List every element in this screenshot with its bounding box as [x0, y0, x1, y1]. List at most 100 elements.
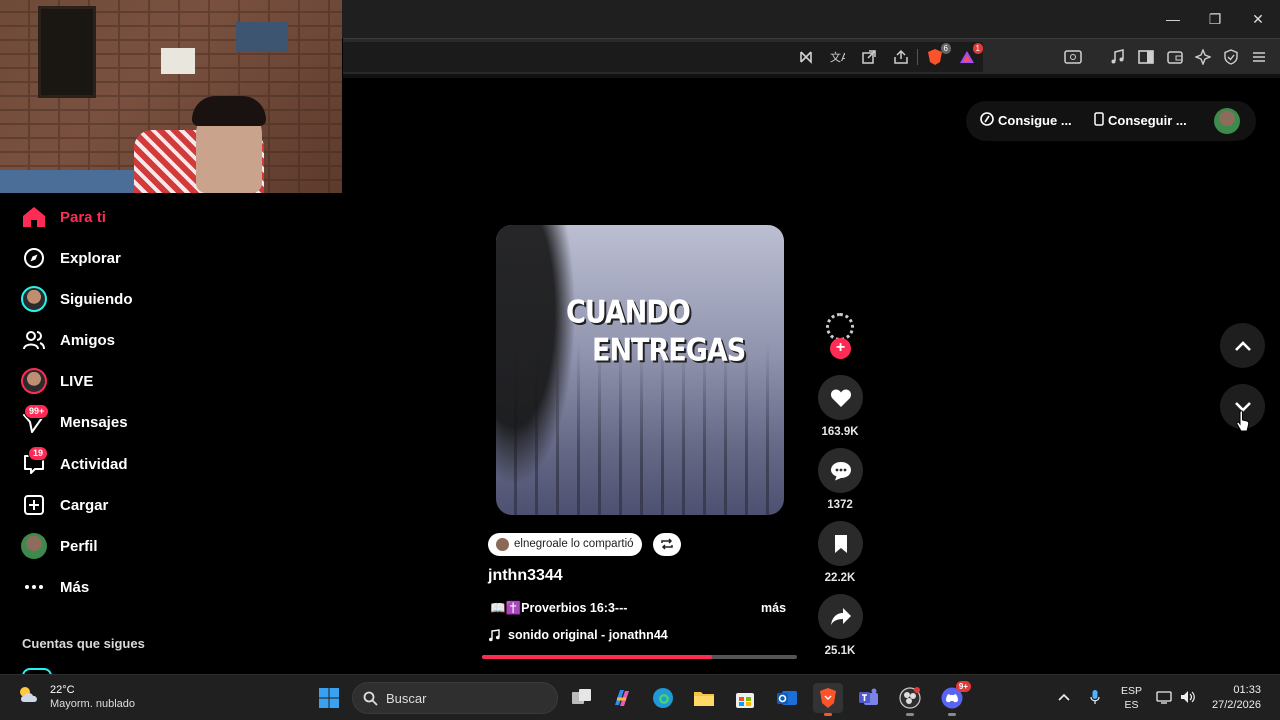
address-bar[interactable] [343, 42, 983, 72]
shared-by-label: elnegroale lo compartió [514, 538, 634, 550]
video-player[interactable]: CUANDO ENTREGAS [496, 225, 784, 515]
teams-icon [859, 688, 878, 705]
open-external-icon[interactable] [859, 47, 879, 67]
outlook-app[interactable] [772, 683, 802, 713]
system-tray: ESP ES 01:33 27/2/2026 [1055, 675, 1261, 720]
video-progress-bar[interactable] [482, 655, 797, 659]
bookmark-icon [834, 534, 847, 553]
translate-icon[interactable]: 文A [827, 47, 847, 67]
follow-creator-button[interactable]: + [830, 338, 851, 359]
taskbar-search-placeholder: Buscar [386, 690, 427, 706]
menu-icon[interactable] [1249, 47, 1269, 67]
rewards-count-badge: 1 [972, 43, 983, 54]
weather-temperature: 22°C [50, 684, 75, 696]
weather-widget[interactable]: 22°C Mayorm. nublado [16, 683, 135, 711]
input-language-indicator[interactable]: ESP ES [1121, 684, 1142, 712]
brave-rewards-icon[interactable]: 1 [957, 43, 983, 67]
discord-app[interactable]: 9+ [937, 681, 971, 716]
start-button[interactable] [314, 683, 344, 713]
webcam-overlay [0, 0, 342, 193]
previous-video-button[interactable] [1220, 323, 1265, 368]
network-icon[interactable] [1156, 690, 1172, 707]
taskbar-search[interactable]: Buscar [352, 682, 558, 714]
svg-text:文A: 文A [830, 50, 845, 64]
sidebar-item-amigos[interactable]: Amigos [20, 324, 115, 356]
obs-app[interactable] [895, 683, 925, 716]
copilot-app[interactable] [607, 683, 637, 713]
brave-browser-app[interactable] [813, 683, 843, 716]
show-more-link[interactable]: más [761, 601, 786, 615]
top-actions-bar: Consigue ... Conseguir ... [966, 101, 1256, 141]
browser-toolbar: 文A 6 1 [343, 38, 1280, 74]
sidebar-toggle-icon[interactable] [1136, 47, 1156, 67]
compass-icon [20, 244, 48, 272]
comment-button[interactable] [818, 448, 863, 493]
sidebar-item-cargar[interactable]: Cargar [20, 489, 108, 521]
sharer-avatar [496, 538, 509, 551]
profile-avatar[interactable] [1214, 108, 1240, 134]
edge-app[interactable] [648, 683, 678, 713]
shields-count-badge: 6 [940, 43, 951, 54]
system-clock[interactable]: 01:33 27/2/2026 [1212, 683, 1261, 713]
home-icon [20, 203, 48, 231]
outlook-icon [777, 691, 797, 705]
search-icon [363, 691, 378, 706]
like-button[interactable] [818, 375, 863, 420]
teams-app[interactable] [854, 683, 884, 713]
video-description: 📖✝️Proverbios 16:3--- [490, 601, 628, 615]
close-window-button[interactable]: ✕ [1245, 8, 1271, 30]
video-caption-line1: CUANDO [566, 294, 691, 331]
messages-icon: 99+ [20, 404, 50, 436]
microphone-icon[interactable] [1085, 689, 1105, 708]
sidebar-item-siguiendo[interactable]: Siguiendo [20, 283, 133, 315]
file-explorer-app[interactable] [689, 683, 719, 713]
windows-logo-icon [319, 688, 339, 708]
share-page-icon[interactable] [891, 47, 911, 67]
sidebar-item-mas[interactable]: Más [20, 571, 89, 603]
weather-description: Mayorm. nublado [50, 698, 135, 710]
coins-icon [980, 112, 994, 129]
copilot-icon [615, 690, 629, 706]
save-button[interactable] [818, 521, 863, 566]
sound-label: sonido original - jonathn44 [508, 628, 668, 642]
tray-overflow-chevron-icon[interactable] [1055, 692, 1073, 704]
restore-button[interactable]: ❐ [1202, 8, 1228, 30]
webcam-background-flag [236, 22, 288, 52]
sidebar-item-para-ti[interactable]: Para ti [20, 201, 106, 233]
video-sound[interactable]: sonido original - jonathn44 [488, 628, 668, 642]
vpn-shield-icon[interactable] [1221, 47, 1241, 67]
wallet-icon[interactable] [1165, 47, 1185, 67]
minimize-button[interactable]: — [1160, 8, 1186, 30]
chevron-up-icon [1234, 340, 1251, 351]
sidebar-item-mensajes[interactable]: 99+ Mensajes [20, 404, 128, 438]
leo-ai-icon[interactable] [1193, 47, 1213, 67]
sidebar-item-explorar[interactable]: Explorar [20, 242, 121, 274]
get-coins-button[interactable]: Consigue ... [980, 112, 1072, 129]
app-running-indicator [906, 713, 914, 716]
profile-avatar-icon [20, 532, 48, 560]
repost-button[interactable] [653, 533, 681, 556]
video-author[interactable]: jnthn3344 [488, 567, 563, 585]
task-view-icon [572, 689, 591, 704]
get-app-button[interactable]: Conseguir ... [1094, 112, 1187, 129]
brave-shields-icon[interactable]: 6 [925, 43, 951, 67]
media-music-icon[interactable] [1108, 47, 1128, 67]
sidebar-item-label: Para ti [60, 208, 106, 226]
share-button[interactable] [818, 594, 863, 639]
shared-by-chip[interactable]: elnegroale lo compartió [488, 533, 642, 556]
sidebar-item-actividad[interactable]: 19 Actividad [20, 446, 128, 480]
reader-mode-icon[interactable] [1063, 47, 1083, 67]
sidebar-item-perfil[interactable]: Perfil [20, 530, 98, 562]
volume-icon[interactable] [1180, 690, 1196, 707]
toolbar-divider [917, 49, 918, 65]
repost-icon [661, 538, 673, 550]
active-app-indicator [824, 713, 832, 716]
save-count: 22.2K [824, 572, 856, 584]
creator-avatar[interactable] [826, 313, 854, 341]
store-icon [736, 693, 754, 708]
task-view-button[interactable] [567, 683, 597, 713]
store-app[interactable] [730, 683, 760, 713]
toolbar-shadow [343, 74, 1280, 78]
no-notifications-icon[interactable] [796, 47, 816, 67]
sidebar-item-live[interactable]: LIVE [20, 365, 93, 397]
